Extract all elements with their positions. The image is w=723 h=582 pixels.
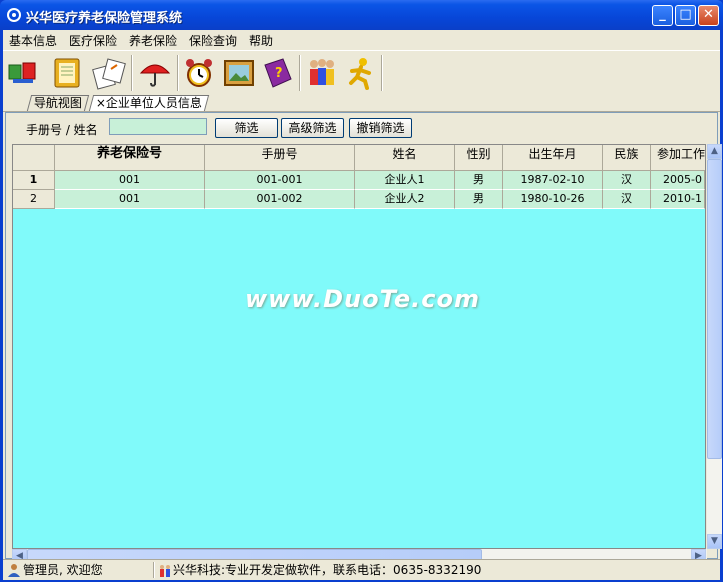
row-number[interactable]: 2 <box>13 190 55 209</box>
filter-button[interactable]: 筛选 <box>215 118 278 138</box>
advanced-filter-button[interactable]: 高级筛选 <box>281 118 344 138</box>
tab-strip: 导航视图 ×企业单位人员信息 <box>3 95 720 112</box>
table-cell[interactable]: 1987-02-10 <box>503 171 603 190</box>
column-header[interactable]: 出生年月 <box>503 145 603 171</box>
column-header[interactable]: 手册号 <box>205 145 355 171</box>
menu-insurance-query[interactable]: 保险查询 <box>189 32 237 49</box>
network-cards-icon[interactable] <box>5 55 41 91</box>
picture-icon[interactable] <box>221 55 257 91</box>
open-book-icon[interactable] <box>49 55 85 91</box>
tab-enterprise-staff-info[interactable]: ×企业单位人员信息 <box>88 95 210 111</box>
toolbar-separator <box>299 55 301 91</box>
table-cell[interactable]: 001-002 <box>205 190 355 209</box>
table-cell[interactable]: 男 <box>455 190 503 209</box>
table-cell[interactable]: 汉 <box>603 171 651 190</box>
table-cell[interactable]: 企业人2 <box>355 190 455 209</box>
users-icon[interactable] <box>303 55 339 91</box>
scroll-down-arrow-icon[interactable]: ▼ <box>707 534 722 549</box>
column-header[interactable]: 养老保险号 <box>55 145 205 171</box>
table-cell[interactable]: 汉 <box>603 190 651 209</box>
vertical-scroll-thumb[interactable] <box>707 159 722 459</box>
status-bar: 管理员, 欢迎您 兴华科技:专业开发定做软件，联系电话：0635-8332190 <box>3 559 720 580</box>
svg-text:?: ? <box>275 66 283 81</box>
tab-label: 导航视图 <box>33 96 82 110</box>
toolbar: ? <box>3 50 720 96</box>
user-icon <box>8 564 20 577</box>
title-bar[interactable]: 兴华医疗养老保险管理系统 _ □ ✕ <box>0 0 723 30</box>
scroll-up-arrow-icon[interactable]: ▲ <box>707 144 722 159</box>
umbrella-icon[interactable] <box>137 55 173 91</box>
minimize-button[interactable]: _ <box>652 5 673 26</box>
staff-info-panel: 手册号 / 姓名 筛选 高级筛选 撤销筛选 养老保险号 手册号 姓名 性别 出生… <box>5 112 722 565</box>
column-header[interactable]: 参加工作 <box>651 145 705 171</box>
menu-medical-insurance[interactable]: 医疗保险 <box>69 32 117 49</box>
status-user: 管理员, 欢迎您 <box>23 563 103 577</box>
toolbar-separator <box>381 55 383 91</box>
help-book-icon[interactable]: ? <box>259 55 295 91</box>
column-header[interactable]: 姓名 <box>355 145 455 171</box>
close-button[interactable]: ✕ <box>698 5 719 26</box>
menu-basic-info[interactable]: 基本信息 <box>9 32 57 49</box>
vertical-scrollbar[interactable]: ▲ ▼ <box>707 144 722 549</box>
toolbar-separator <box>177 55 179 91</box>
table-cell[interactable]: 1980-10-26 <box>503 190 603 209</box>
client-area: 基本信息 医疗保险 养老保险 保险查询 帮助 ? 导航视图 ×企业单位人员信息 … <box>3 30 722 580</box>
menu-bar: 基本信息 医疗保险 养老保险 保险查询 帮助 <box>3 30 720 50</box>
column-header[interactable]: 民族 <box>603 145 651 171</box>
documents-icon[interactable] <box>91 55 127 91</box>
cancel-filter-button[interactable]: 撤销筛选 <box>349 118 412 138</box>
toolbar-separator <box>131 55 133 91</box>
column-header[interactable]: 性别 <box>455 145 503 171</box>
menu-pension-insurance[interactable]: 养老保险 <box>129 32 177 49</box>
window-title: 兴华医疗养老保险管理系统 <box>26 11 183 26</box>
row-number[interactable]: 1 <box>13 171 55 190</box>
table-cell[interactable]: 001 <box>55 171 205 190</box>
users-icon <box>160 565 170 577</box>
table-cell[interactable]: 001 <box>55 190 205 209</box>
tab-navigation-view[interactable]: 导航视图 <box>26 95 90 111</box>
status-company: 兴华科技:专业开发定做软件，联系电话：0635-8332190 <box>173 563 482 577</box>
table-cell[interactable]: 男 <box>455 171 503 190</box>
data-grid[interactable]: 养老保险号 手册号 姓名 性别 出生年月 民族 参加工作 1 001 001-0… <box>12 144 706 549</box>
menu-help[interactable]: 帮助 <box>249 32 273 49</box>
app-window: 兴华医疗养老保险管理系统 _ □ ✕ 基本信息 医疗保险 养老保险 保险查询 帮… <box>0 0 723 582</box>
alarm-clock-icon[interactable] <box>181 55 217 91</box>
filter-label: 手册号 / 姓名 <box>26 123 98 137</box>
exit-runner-icon[interactable] <box>343 55 379 91</box>
filter-input[interactable] <box>109 118 207 135</box>
row-header-corner <box>13 145 55 171</box>
table-cell[interactable]: 2010-1 <box>651 190 705 209</box>
watermark: www.DuoTe.com <box>245 285 480 313</box>
maximize-button[interactable]: □ <box>675 5 696 26</box>
table-cell[interactable]: 2005-0 <box>651 171 705 190</box>
tab-label: ×企业单位人员信息 <box>95 96 202 110</box>
table-cell[interactable]: 企业人1 <box>355 171 455 190</box>
table-cell[interactable]: 001-001 <box>205 171 355 190</box>
app-icon <box>7 8 21 22</box>
status-divider <box>153 562 155 578</box>
